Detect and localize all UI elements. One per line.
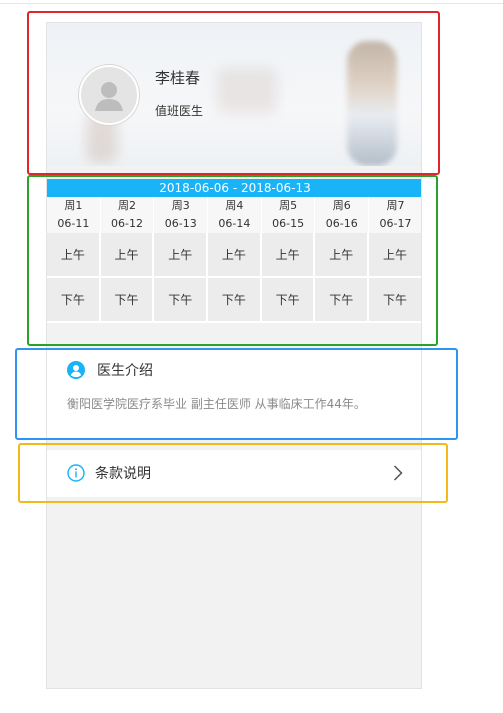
annotation-box-terms <box>18 443 448 503</box>
top-divider <box>0 0 503 4</box>
annotation-box-schedule <box>27 175 438 346</box>
annotation-box-intro <box>15 348 458 440</box>
annotation-box-header <box>27 11 440 175</box>
